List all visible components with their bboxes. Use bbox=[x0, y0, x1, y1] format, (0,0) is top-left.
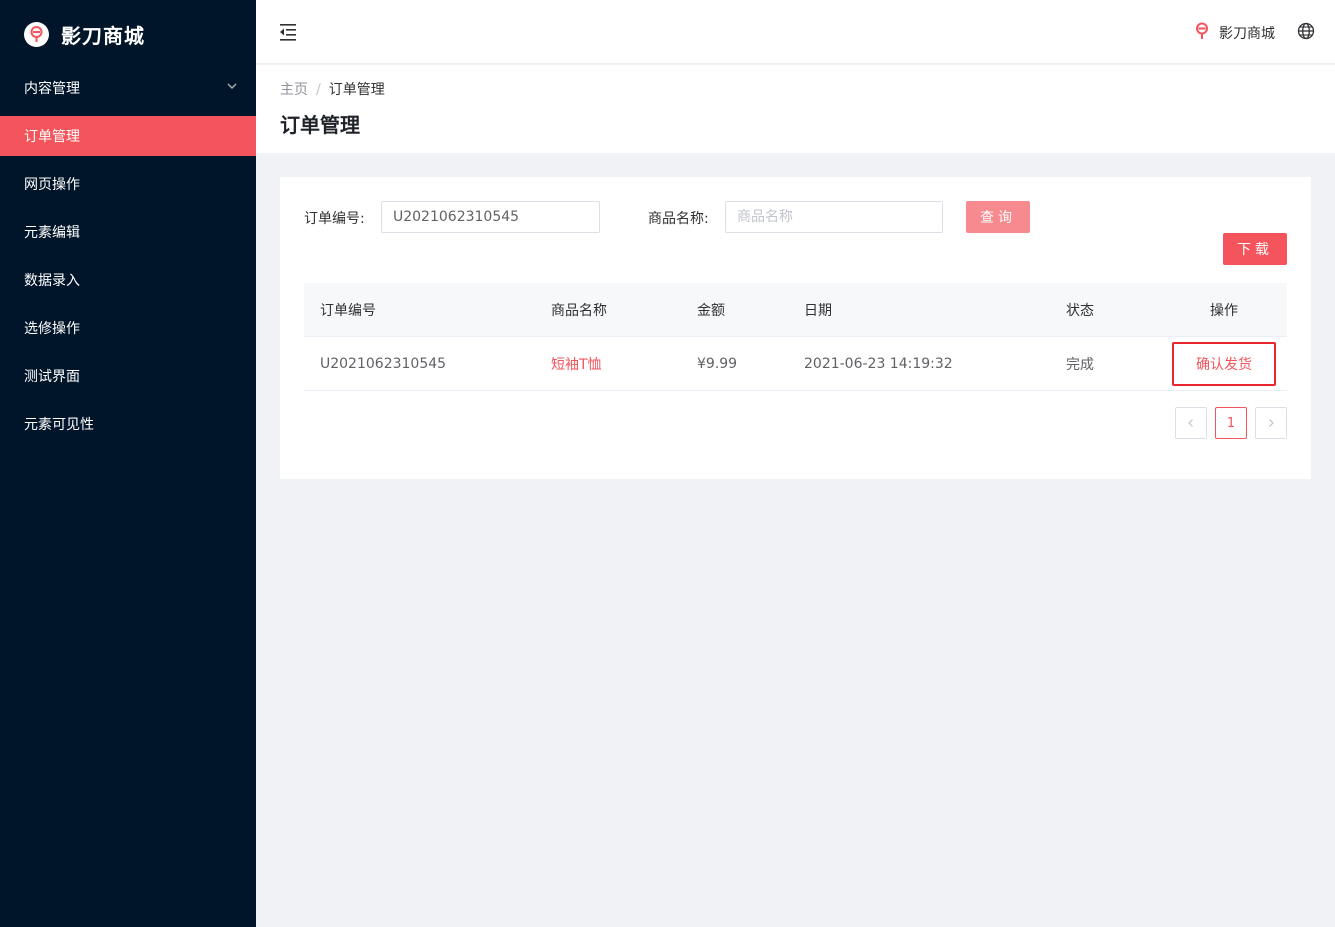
breadcrumb-separator: / bbox=[316, 82, 321, 98]
sidebar-item-visibility[interactable]: 元素可见性 bbox=[0, 404, 256, 444]
column-header-action[interactable]: 操作 bbox=[1161, 283, 1287, 337]
menu-fold-icon[interactable] bbox=[278, 23, 298, 41]
column-header-date[interactable]: 日期 bbox=[804, 283, 1066, 337]
cell-amount: ¥9.99 bbox=[697, 336, 804, 391]
cell-date: 2021-06-23 14:19:32 bbox=[804, 336, 1066, 391]
app-logo[interactable]: 影刀商城 bbox=[0, 0, 256, 68]
query-button[interactable]: 查询 bbox=[966, 201, 1030, 233]
prev-page-button[interactable] bbox=[1175, 407, 1207, 439]
sidebar-item-data-entry[interactable]: 数据录入 bbox=[0, 260, 256, 300]
breadcrumb-current: 订单管理 bbox=[328, 82, 385, 98]
sidebar-item-label: 订单管理 bbox=[24, 129, 80, 145]
sidebar-item-label: 网页操作 bbox=[24, 177, 80, 193]
header-user-area: 影刀商城 bbox=[1193, 22, 1315, 44]
orders-card: 订单编号: 商品名称: 查询 下载 订单编号 商品名称 金额 日期 状态 操作 … bbox=[280, 177, 1311, 479]
breadcrumb: 主页 / 订单管理 bbox=[280, 79, 385, 99]
page-title: 订单管理 bbox=[280, 113, 360, 137]
sidebar-item-label: 数据录入 bbox=[24, 273, 80, 289]
page-header: 主页 / 订单管理 订单管理 bbox=[256, 65, 1335, 153]
table-header-row: 订单编号 商品名称 金额 日期 状态 操作 bbox=[304, 283, 1287, 337]
breadcrumb-home[interactable]: 主页 bbox=[280, 82, 308, 98]
top-header: 影刀商城 bbox=[256, 0, 1335, 64]
cell-action: 确认发货 bbox=[1161, 336, 1287, 391]
column-header-amount[interactable]: 金额 bbox=[697, 283, 804, 337]
header-logo-icon bbox=[1193, 22, 1211, 44]
brand-logo-icon bbox=[24, 21, 49, 47]
column-header-order-no[interactable]: 订单编号 bbox=[304, 283, 551, 337]
sidebar-item-label: 元素编辑 bbox=[24, 225, 80, 241]
chevron-left-icon bbox=[1188, 419, 1193, 427]
sidebar-item-orders[interactable]: 订单管理 bbox=[0, 116, 256, 156]
column-header-product[interactable]: 商品名称 bbox=[551, 283, 697, 337]
column-header-status[interactable]: 状态 bbox=[1066, 283, 1161, 337]
page-number-button[interactable]: 1 bbox=[1215, 407, 1247, 439]
order-no-label: 订单编号: bbox=[304, 211, 365, 227]
cell-product-link[interactable]: 短袖T恤 bbox=[551, 336, 697, 391]
orders-table: 订单编号 商品名称 金额 日期 状态 操作 U2021062310545 短袖T… bbox=[304, 283, 1287, 391]
sidebar-item-label: 测试界面 bbox=[24, 369, 80, 385]
sidebar-item-content[interactable]: 内容管理 bbox=[0, 68, 256, 108]
sidebar-item-element-edit[interactable]: 元素编辑 bbox=[0, 212, 256, 252]
product-name-label: 商品名称: bbox=[648, 211, 709, 227]
sidebar-item-label: 内容管理 bbox=[24, 81, 80, 97]
sidebar-item-web-ops[interactable]: 网页操作 bbox=[0, 164, 256, 204]
order-no-input[interactable] bbox=[381, 201, 600, 233]
sidebar-item-label: 选修操作 bbox=[24, 321, 80, 337]
globe-icon[interactable] bbox=[1297, 22, 1315, 44]
brand-name: 影刀商城 bbox=[61, 23, 145, 48]
pagination: 1 bbox=[1175, 407, 1287, 439]
sidebar-item-label: 元素可见性 bbox=[24, 417, 94, 433]
next-page-button[interactable] bbox=[1255, 407, 1287, 439]
product-name-input[interactable] bbox=[725, 201, 943, 233]
sidebar-item-test[interactable]: 测试界面 bbox=[0, 356, 256, 396]
chevron-down-icon bbox=[226, 80, 238, 96]
confirm-shipment-button[interactable]: 确认发货 bbox=[1172, 341, 1276, 386]
header-brand-text[interactable]: 影刀商城 bbox=[1219, 23, 1275, 43]
table-row: U2021062310545 短袖T恤 ¥9.99 2021-06-23 14:… bbox=[304, 336, 1287, 391]
download-button[interactable]: 下载 bbox=[1223, 233, 1287, 265]
cell-order-no: U2021062310545 bbox=[304, 336, 551, 391]
chevron-right-icon bbox=[1269, 419, 1274, 427]
cell-status: 完成 bbox=[1066, 336, 1161, 391]
sidebar-item-elective[interactable]: 选修操作 bbox=[0, 308, 256, 348]
sidebar: 影刀商城 内容管理 订单管理 网页操作 元素编辑 数据录入 选修操作 测试界面 … bbox=[0, 0, 256, 927]
